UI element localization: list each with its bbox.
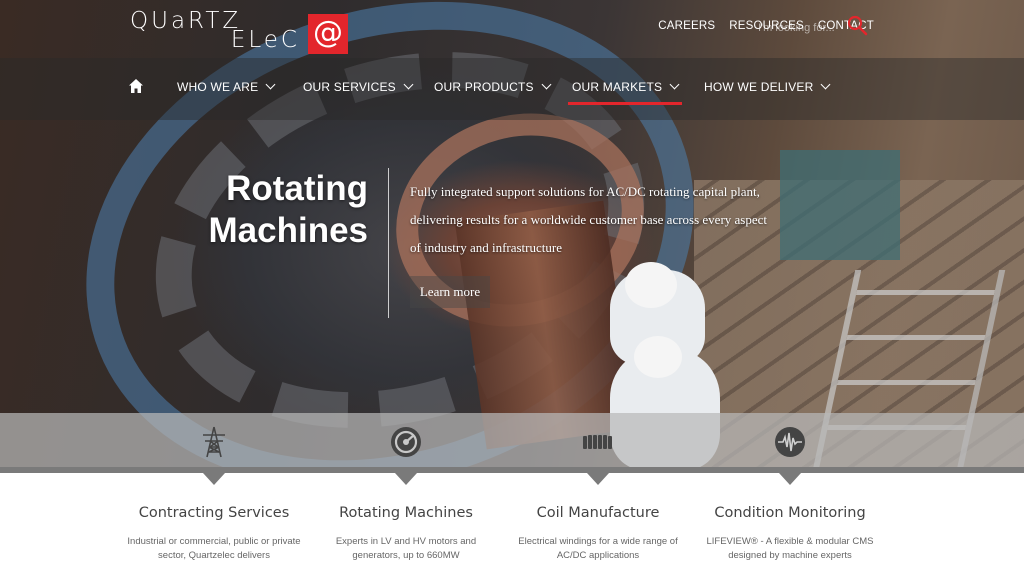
service-card-contracting: Contracting Services Industrial or comme…	[119, 505, 309, 563]
service-title[interactable]: Condition Monitoring	[695, 505, 885, 521]
service-title[interactable]: Contracting Services	[119, 505, 309, 521]
nav-label: HOW WE DELIVER	[704, 80, 814, 94]
hero-divider	[388, 168, 389, 318]
top-bar: QUaRTZ ELeC @ CAREERS RESOURCES CONTACT	[0, 0, 1024, 58]
service-card-rotating-machines: Rotating Machines Experts in LV and HV m…	[311, 505, 501, 563]
hero-description: Fully integrated support solutions for A…	[410, 184, 768, 255]
main-nav: WHO WE ARE OUR SERVICES OUR PRODUCTS OUR…	[0, 58, 1024, 120]
nav-our-markets[interactable]: OUR MARKETS	[567, 79, 683, 105]
pointer-arrow	[587, 473, 609, 485]
pylon-icon[interactable]	[197, 425, 231, 459]
service-description: LIFEVIEW® - A flexible & modular CMS des…	[706, 536, 874, 561]
hero-title-line-1: Rotating	[226, 169, 368, 208]
nav-our-products[interactable]: OUR PRODUCTS	[434, 79, 552, 94]
service-title[interactable]: Coil Manufacture	[503, 505, 693, 521]
service-description: Industrial or commercial, public or priv…	[127, 536, 301, 561]
service-card-condition-monitoring: Condition Monitoring LIFEVIEW® - A flexi…	[695, 505, 885, 563]
pointer-arrow	[779, 473, 801, 485]
learn-more-button[interactable]: Learn more	[410, 276, 490, 308]
service-description: Experts in LV and HV motors and generato…	[335, 536, 477, 561]
services-icon-strip	[0, 413, 1024, 468]
hard-hat	[625, 262, 677, 308]
service-title[interactable]: Rotating Machines	[311, 505, 501, 521]
waveform-icon[interactable]	[773, 425, 807, 459]
nav-label: OUR PRODUCTS	[434, 80, 534, 94]
service-description: Electrical windings for a wide range of …	[518, 536, 678, 561]
search-input[interactable]	[758, 18, 838, 38]
nav-label: WHO WE ARE	[177, 80, 259, 94]
nav-label: OUR SERVICES	[303, 80, 396, 94]
pointer-arrow	[395, 473, 417, 485]
search-icon[interactable]	[845, 13, 869, 37]
strip-bottom-bar	[0, 467, 1024, 473]
hero-title-line-2: Machines	[208, 211, 369, 250]
chevron-down-icon	[821, 79, 831, 90]
hero-title: Rotating Machines	[190, 168, 369, 252]
chevron-down-icon	[669, 79, 680, 90]
logo-at-mark: @	[308, 14, 348, 54]
nav-label: OUR MARKETS	[572, 80, 663, 94]
careers-link[interactable]: CAREERS	[658, 20, 715, 32]
home-icon[interactable]	[128, 78, 144, 94]
hard-hat	[634, 336, 682, 378]
rotating-gauge-icon[interactable]	[389, 425, 423, 459]
coil-icon[interactable]	[581, 425, 615, 459]
site-logo[interactable]: QUaRTZ ELeC @	[130, 10, 348, 56]
service-card-coil-manufacture: Coil Manufacture Electrical windings for…	[503, 505, 693, 563]
pointer-arrow	[203, 473, 225, 485]
logo-wordmark: QUaRTZ ELeC	[130, 10, 300, 52]
machinery-block	[780, 150, 900, 260]
nav-who-we-are[interactable]: WHO WE ARE	[177, 79, 276, 94]
chevron-down-icon	[265, 79, 276, 90]
chevron-down-icon	[403, 79, 414, 90]
nav-our-services[interactable]: OUR SERVICES	[303, 79, 414, 94]
nav-how-we-deliver[interactable]: HOW WE DELIVER	[704, 79, 831, 94]
chevron-down-icon	[541, 79, 552, 90]
